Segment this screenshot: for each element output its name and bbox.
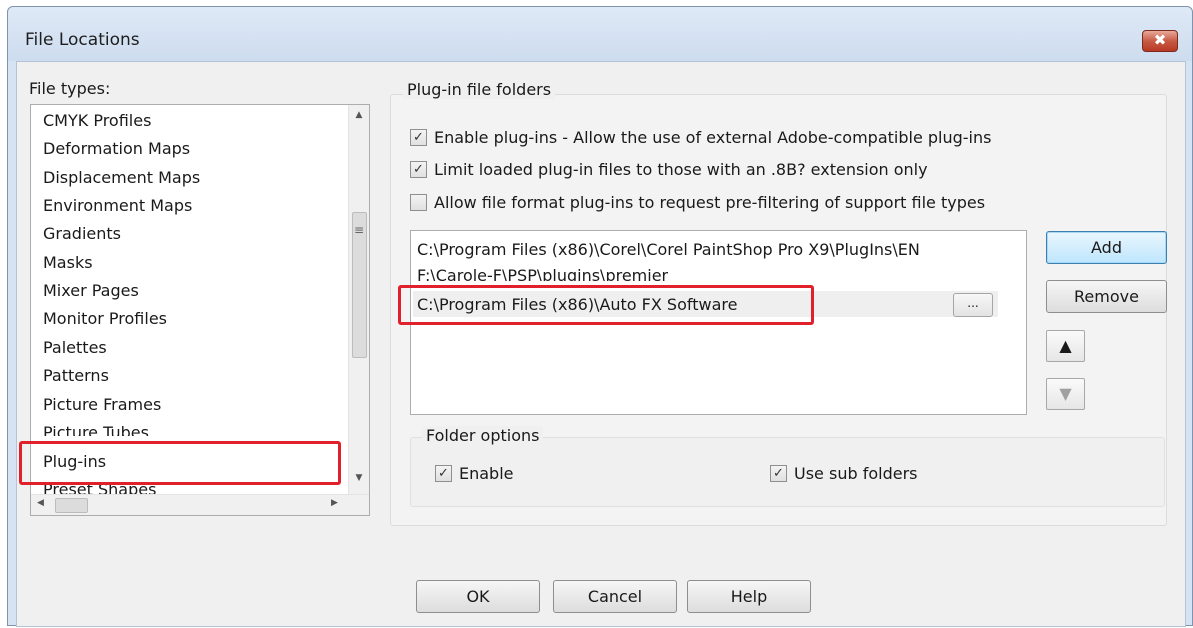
path-item[interactable]: F:\Carole-F\PSP\plugins\premier	[417, 266, 668, 281]
limit-8b-label: Limit loaded plug-in files to those with…	[434, 159, 928, 179]
title-bar: File Locations ✖	[8, 7, 1192, 61]
list-item[interactable]: Patterns	[43, 364, 109, 388]
scroll-right-icon[interactable]: ▶	[331, 498, 338, 508]
list-item[interactable]: Picture Frames	[43, 393, 161, 417]
scroll-up-icon[interactable]: ▲	[349, 110, 369, 120]
checkbox-enable-folder[interactable]: ✓	[435, 464, 452, 482]
folder-options-title: Folder options	[422, 426, 544, 445]
enable-plugins-label: Enable plug-ins - Allow the use of exter…	[434, 127, 992, 147]
enable-folder-label: Enable	[459, 463, 514, 483]
add-button[interactable]: Add	[1046, 231, 1167, 264]
scroll-down-icon[interactable]: ▼	[349, 473, 369, 483]
horizontal-scrollbar[interactable]: ◀ ▶	[31, 494, 369, 515]
browse-button[interactable]: ...	[953, 293, 993, 317]
dialog-title: File Locations	[25, 30, 140, 50]
list-item[interactable]: Environment Maps	[43, 194, 192, 218]
plugin-folders-title: Plug-in file folders	[403, 80, 556, 99]
close-button[interactable]: ✖	[1142, 30, 1178, 52]
help-button[interactable]: Help	[687, 580, 811, 613]
path-item[interactable]: C:\Program Files (x86)\Corel\Corel Paint…	[417, 240, 920, 259]
check-prefiltering[interactable]: Allow file format plug-ins to request pr…	[410, 191, 985, 213]
list-item[interactable]: Masks	[43, 251, 93, 275]
check-limit-8b[interactable]: ✓ Limit loaded plug-in files to those wi…	[410, 158, 928, 180]
remove-button[interactable]: Remove	[1046, 280, 1167, 313]
down-arrow-icon: ▼	[1059, 384, 1072, 403]
checkbox-limit-8b[interactable]: ✓	[410, 160, 427, 178]
ok-button[interactable]: OK	[416, 580, 540, 613]
list-item[interactable]: Displacement Maps	[43, 166, 200, 190]
dialog-client-area: File types: CMYK Profiles Deformation Ma…	[16, 61, 1186, 627]
scroll-left-icon[interactable]: ◀	[37, 498, 44, 508]
list-item[interactable]: Monitor Profiles	[43, 307, 167, 331]
check-use-subfolders[interactable]: ✓ Use sub folders	[770, 462, 917, 484]
highlight-path	[398, 285, 814, 325]
scroll-grip-icon: ≡	[353, 223, 365, 237]
checkbox-use-subfolders[interactable]: ✓	[770, 464, 787, 482]
list-item[interactable]: CMYK Profiles	[43, 109, 151, 133]
move-up-button[interactable]: ▲	[1046, 330, 1085, 362]
highlight-plug-ins	[19, 441, 341, 485]
use-subfolders-label: Use sub folders	[794, 463, 918, 483]
close-icon: ✖	[1153, 31, 1167, 49]
list-item[interactable]: Gradients	[43, 222, 121, 246]
list-item[interactable]: Mixer Pages	[43, 279, 139, 303]
list-item[interactable]: Deformation Maps	[43, 137, 190, 161]
file-types-label: File types:	[29, 79, 111, 98]
list-item[interactable]: Palettes	[43, 336, 107, 360]
check-enable-folder[interactable]: ✓ Enable	[435, 462, 514, 484]
up-arrow-icon: ▲	[1059, 336, 1072, 355]
checkbox-prefiltering[interactable]	[410, 193, 427, 211]
check-enable-plugins[interactable]: ✓ Enable plug-ins - Allow the use of ext…	[410, 126, 991, 148]
prefiltering-label: Allow file format plug-ins to request pr…	[434, 192, 986, 212]
list-item[interactable]: Picture Tubes	[43, 421, 149, 436]
file-locations-dialog: File Locations ✖ File types: CMYK Profil…	[7, 6, 1193, 627]
cancel-button[interactable]: Cancel	[553, 580, 677, 613]
vertical-scrollbar[interactable]: ▲ ≡ ▼	[348, 105, 369, 495]
move-down-button[interactable]: ▼	[1046, 378, 1085, 410]
checkbox-enable-plugins[interactable]: ✓	[410, 128, 427, 146]
hscroll-thumb[interactable]	[55, 498, 88, 513]
